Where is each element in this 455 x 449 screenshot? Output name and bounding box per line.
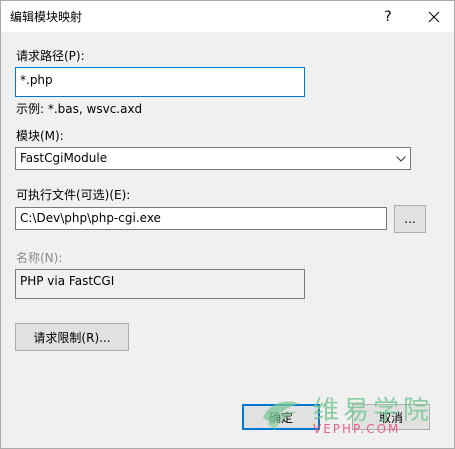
ok-button[interactable]: 确定 [242,404,320,430]
close-icon [428,11,440,22]
request-path-example: 示例: *.bas, wsvc.axd [16,102,143,116]
request-path-input[interactable]: *.php [15,67,305,97]
close-button[interactable] [419,1,449,32]
chevron-down-icon [396,148,406,169]
executable-label: 可执行文件(可选)(E): [16,188,131,202]
name-field: PHP via FastCGI [15,269,305,299]
request-path-label: 请求路径(P): [16,49,85,63]
cancel-button[interactable]: 取消 [352,404,430,430]
name-label: 名称(N): [16,251,63,265]
request-restrictions-button[interactable]: 请求限制(R)... [15,323,129,351]
edit-module-mapping-dialog: 编辑模块映射 ? 请求路径(P): *.php 示例: *.bas, wsvc.… [0,0,455,449]
module-select[interactable]: FastCgiModule [15,147,411,170]
executable-input[interactable]: C:\Dev\php\php-cgi.exe [15,207,387,230]
help-button[interactable]: ? [373,1,403,32]
module-label: 模块(M): [16,129,64,143]
help-icon: ? [384,8,392,25]
dialog-title: 编辑模块映射 [10,10,83,24]
module-select-value: FastCgiModule [20,151,108,165]
title-bar: 编辑模块映射 ? [1,1,454,32]
browse-button[interactable]: ... [394,205,426,233]
